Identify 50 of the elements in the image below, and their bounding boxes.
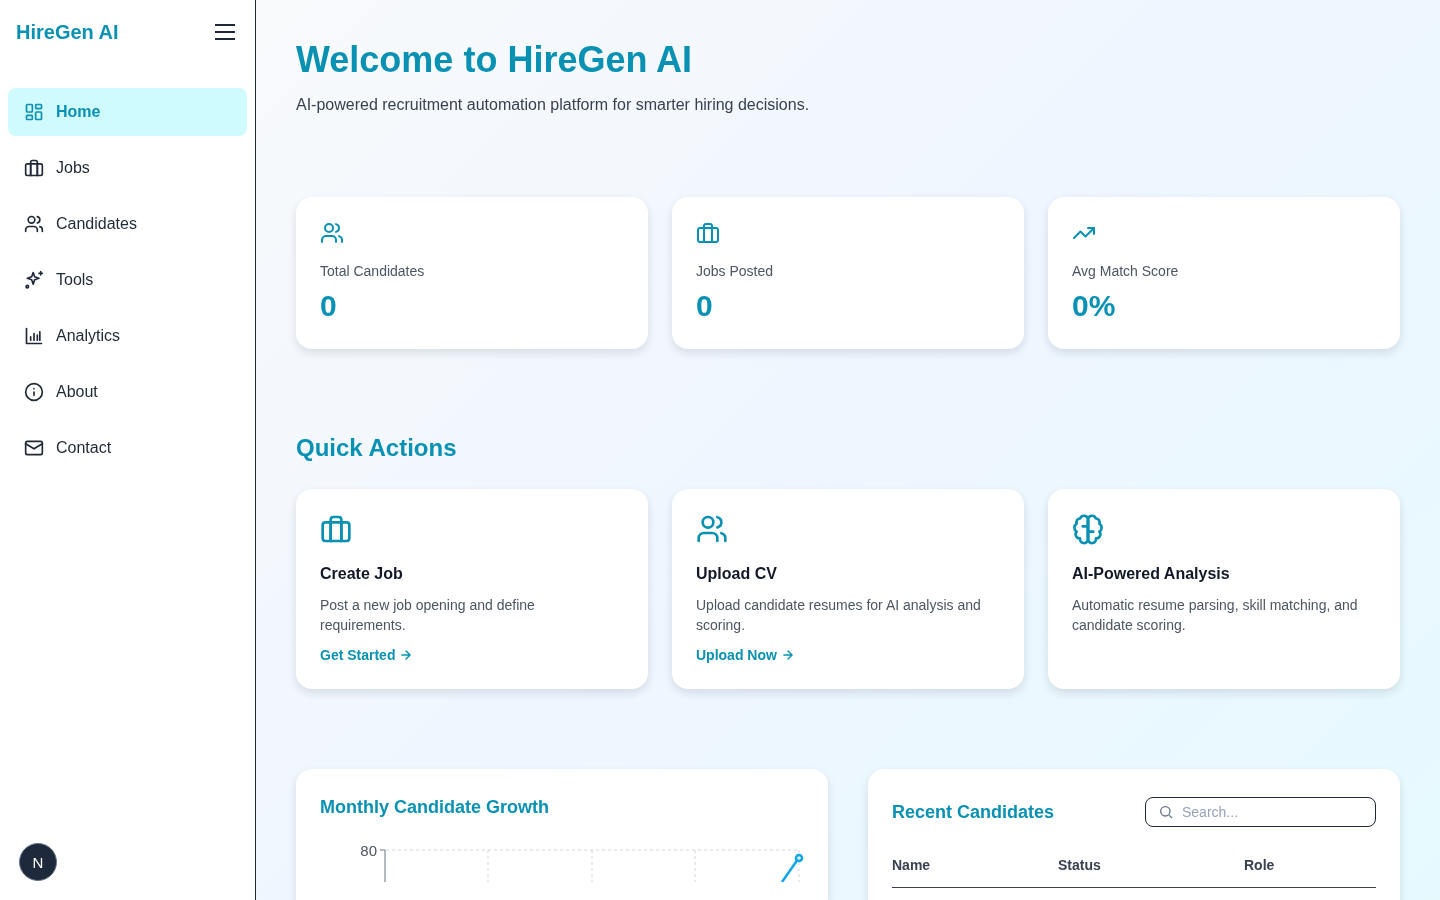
stat-value: 0% xyxy=(1072,289,1117,323)
briefcase-icon xyxy=(320,513,352,545)
sidebar-item[interactable]: About xyxy=(8,368,247,416)
action-link[interactable]: Get Started xyxy=(320,647,414,663)
search-field[interactable]: Search... xyxy=(1145,797,1376,827)
users-icon xyxy=(320,221,344,245)
brain-icon xyxy=(1072,513,1104,545)
sidebar-item[interactable]: Contact xyxy=(8,424,247,472)
menu-icon[interactable] xyxy=(215,24,235,40)
y-axis xyxy=(379,849,386,882)
action-description: Post a new job opening and define requirements. xyxy=(320,596,536,635)
action-link[interactable]: Upload Now xyxy=(696,647,795,663)
app-brand: HireGen AI xyxy=(16,20,119,44)
briefcase-icon xyxy=(24,158,44,178)
sidebar-item[interactable]: Candidates xyxy=(8,200,247,248)
stat-value: 0 xyxy=(320,289,338,323)
axis-tick-label: 80 xyxy=(360,842,377,859)
stat-label: Avg Match Score xyxy=(1072,263,1180,279)
column-header: Name xyxy=(892,857,932,873)
sidebar-item[interactable]: Tools xyxy=(8,256,247,304)
column-header: Status xyxy=(1058,857,1102,873)
arrow-right-icon xyxy=(780,648,795,662)
action-title: Upload CV xyxy=(696,565,778,583)
action-description: Upload candidate resumes for AI analysis and scoring. xyxy=(696,596,982,635)
dev-tools-badge[interactable]: N xyxy=(19,843,57,881)
users-icon xyxy=(696,513,728,545)
action-title: Create Job xyxy=(320,565,404,583)
grid-icon xyxy=(24,102,44,122)
action-title: AI-Powered Analysis xyxy=(1072,565,1231,583)
users-icon xyxy=(24,214,44,234)
column-header: Role xyxy=(1244,857,1276,873)
action-description: Automatic resume parsing, skill matching, and candidate scoring. xyxy=(1072,596,1359,635)
sidebar-item[interactable]: Analytics xyxy=(8,312,247,360)
chart-title: Monthly Candidate Growth xyxy=(320,797,550,818)
arrow-right-icon xyxy=(399,648,414,662)
search-icon xyxy=(1158,804,1174,820)
info-icon xyxy=(24,382,44,402)
page-title: Welcome to HireGen AI xyxy=(296,38,694,82)
section-title: Quick Actions xyxy=(296,433,458,463)
card-title: Recent Candidates xyxy=(892,801,1055,823)
sparkles-icon xyxy=(24,270,44,290)
stat-label: Jobs Posted xyxy=(696,263,775,279)
briefcase-icon xyxy=(696,221,720,245)
page-subtitle: AI-powered recruitment automation platform for smarter hiring decisions. xyxy=(296,96,811,114)
line-series xyxy=(780,853,804,882)
stat-label: Total Candidates xyxy=(320,263,426,279)
bar-chart-icon xyxy=(24,326,44,346)
sidebar-item[interactable]: Jobs xyxy=(8,144,247,192)
mail-icon xyxy=(24,438,44,458)
stat-value: 0 xyxy=(696,289,714,323)
